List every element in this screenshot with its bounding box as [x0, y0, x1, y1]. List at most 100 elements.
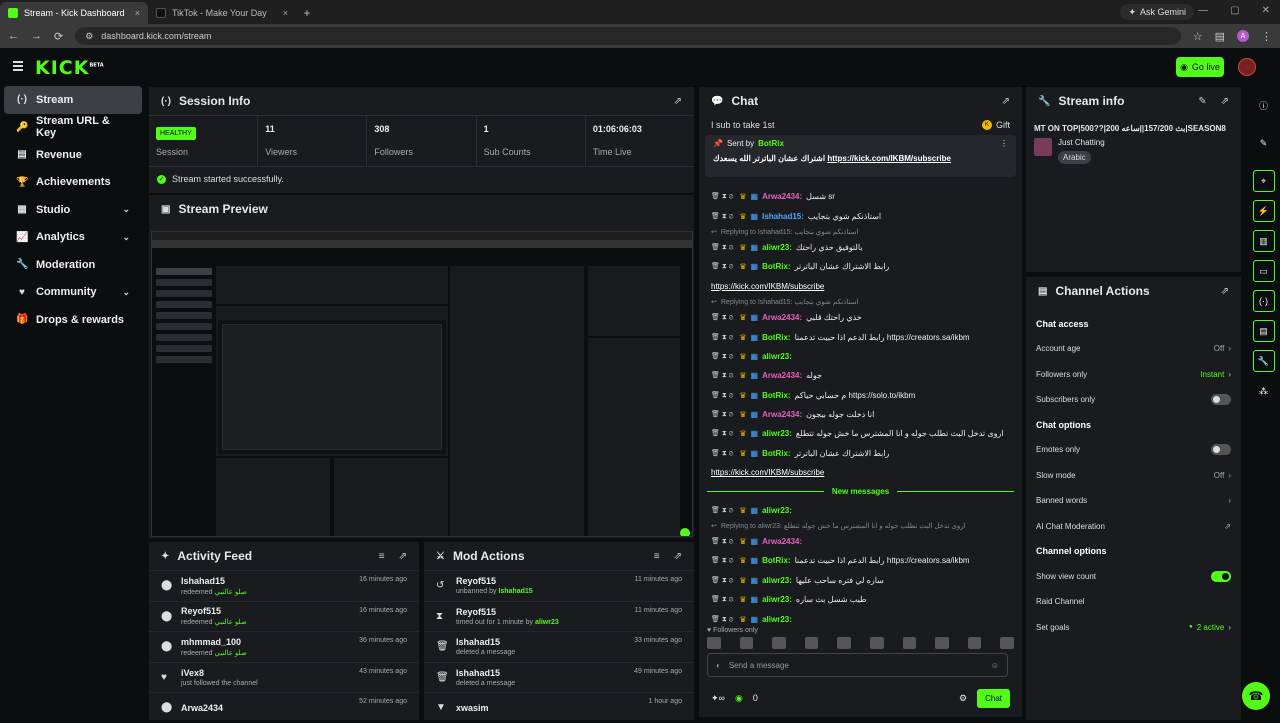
stream-preview-video[interactable]	[151, 231, 693, 537]
emote-icon[interactable]	[1000, 637, 1014, 649]
chat-username[interactable]: aliwr23:	[762, 506, 792, 515]
user-avatar[interactable]	[1238, 58, 1256, 76]
sidebar-item-analytics[interactable]: 📈 Analytics ⌄	[4, 224, 142, 252]
chat-username[interactable]: aliwr23:	[762, 576, 792, 585]
mod-tools-icon[interactable]: 🗑⧗⊘	[711, 449, 735, 458]
chat-username[interactable]: Arwa2434:	[762, 313, 802, 322]
sidebar-item-community[interactable]: ♥ Community ⌄	[4, 279, 142, 307]
menu-icon[interactable]	[13, 61, 23, 71]
support-chat-icon[interactable]: ☎	[1242, 682, 1270, 710]
popout-icon[interactable]: ⇗	[1002, 96, 1010, 107]
pinned-user[interactable]: BotRix	[758, 139, 784, 148]
emote-icon[interactable]	[804, 637, 819, 649]
popout-icon[interactable]: ⇗	[674, 96, 682, 107]
back-icon[interactable]: ←	[8, 30, 19, 42]
close-tab-icon[interactable]: ×	[283, 8, 288, 18]
layout-icon[interactable]: ▤	[1252, 320, 1275, 342]
chat-username[interactable]: BotRix:	[762, 262, 790, 271]
chat-message[interactable]: 🗑⧗⊘ ♛ ▦ aliwr23:	[699, 500, 1022, 519]
browser-tab-kick[interactable]: Stream - Kick Dashboard ×	[0, 2, 148, 24]
mod-tools-icon[interactable]: 🗑⧗⊘	[711, 262, 735, 271]
row-raid-channel[interactable]: Raid Channel	[1026, 589, 1241, 614]
emote-icon[interactable]	[739, 637, 754, 649]
emote-icon[interactable]	[869, 637, 884, 649]
chat-message[interactable]: 🗑⧗⊘ ♛ ▦ BotRix: م حسابي حياكم https://solo.t…	[699, 386, 1022, 405]
mod-tools-icon[interactable]: 🗑⧗⊘	[711, 243, 735, 252]
chat-icon[interactable]: ▭	[1252, 260, 1275, 282]
info-icon[interactable]: ⓘ	[1253, 94, 1275, 116]
tab-search-icon[interactable]: ▤	[1215, 30, 1225, 43]
chat-message[interactable]: 🗑⧗⊘ ♛ ▦ BotRix: رابط الاشتراك عشان الباترتر	[699, 444, 1022, 463]
chat-message[interactable]: 🗑⧗⊘ ♛ ▦ Arwa2434:	[699, 532, 1022, 551]
maximize-icon[interactable]: ▢	[1230, 5, 1239, 16]
chat-message[interactable]: 🗑⧗⊘ ♛ ▦ Ishahad15: استاذنكم شوي بتجايب	[699, 206, 1022, 225]
bookmark-star-icon[interactable]: ☆	[1193, 30, 1203, 43]
chat-username[interactable]: aliwr23:	[762, 429, 792, 438]
new-tab-button[interactable]: +	[296, 6, 318, 24]
show-view-count-toggle[interactable]	[1211, 570, 1231, 582]
row-account-age[interactable]: Account age Off ›	[1026, 336, 1241, 361]
chat-message[interactable]: 🗑⧗⊘ ♛ ▦ Arwa2434: انا دخلت جوله بيجون	[699, 405, 1022, 424]
sidebar-item-moderation[interactable]: 🔧 Moderation	[4, 251, 142, 279]
chat-username[interactable]: aliwr23:	[762, 615, 792, 624]
emote-icon[interactable]	[772, 637, 786, 649]
minimize-icon[interactable]: —	[1198, 5, 1208, 16]
emote-icon[interactable]	[935, 637, 949, 649]
sidebar-item-drops-rewards[interactable]: 🎁 Drops & rewards	[4, 306, 142, 334]
send-chat-button[interactable]: Chat	[977, 688, 1010, 708]
edit-icon[interactable]: ✎	[1198, 96, 1206, 107]
browser-tab-tiktok[interactable]: TikTok - Make Your Day ×	[148, 2, 296, 24]
mod-tools-icon[interactable]: 🗑⧗⊘	[711, 615, 735, 624]
chat-username[interactable]: aliwr23:	[762, 243, 792, 252]
emote-icon[interactable]	[707, 637, 721, 649]
chat-username[interactable]: aliwr23:	[762, 595, 792, 604]
subscribers-only-toggle[interactable]	[1211, 393, 1231, 405]
chat-username[interactable]: BotRix:	[762, 333, 790, 342]
emotes-only-toggle[interactable]	[1211, 444, 1231, 456]
chat-username[interactable]: BotRix:	[762, 449, 790, 458]
reload-icon[interactable]: ⟳	[54, 30, 63, 43]
edit-icon[interactable]: ✎	[1253, 132, 1275, 154]
url-field[interactable]: ⚙ dashboard.kick.com/stream	[75, 27, 1181, 45]
chat-message[interactable]: 🗑⧗⊘ ♛ ▦ BotRix: رابط الدعم اذا حبيت تدعمنا h…	[699, 551, 1022, 570]
chat-username[interactable]: aliwr23:	[762, 352, 792, 361]
mod-tools-icon[interactable]: 🗑⧗⊘	[711, 333, 735, 342]
gift-button[interactable]: K Gift	[981, 120, 1010, 130]
chat-message[interactable]: 🗑⧗⊘ ♛ ▦ aliwr23:	[699, 609, 1022, 628]
chat-input[interactable]: ◐ Send a message ☺	[707, 653, 1008, 677]
site-info-icon[interactable]: ⚙	[85, 31, 93, 42]
chat-username[interactable]: BotRix:	[762, 556, 790, 565]
pin-icon[interactable]: ⋮	[1000, 139, 1008, 148]
chat-message[interactable]: 🗑⧗⊘ ♛ ▦ aliwr23: بالتوفيق حذي راحتك	[699, 238, 1022, 257]
emote-icon[interactable]	[837, 637, 851, 649]
document-icon[interactable]: ▥	[1252, 230, 1275, 252]
wrench-icon[interactable]: 🔧	[1252, 350, 1275, 372]
emote-icon[interactable]	[967, 637, 982, 649]
sidebar-item-achievements[interactable]: 🏆 Achievements	[4, 169, 142, 197]
popout-icon[interactable]: ⇗	[1221, 96, 1229, 107]
popout-icon[interactable]: ⇗	[399, 551, 407, 562]
mod-tools-icon[interactable]: 🗑⧗⊘	[711, 410, 735, 419]
mod-tools-icon[interactable]: 🗑⧗⊘	[711, 212, 735, 221]
emote-icon[interactable]	[902, 637, 917, 649]
chat-message-continuation[interactable]: https://kick.com/IKBM/subscribe	[699, 277, 1022, 296]
camera-icon[interactable]: ⌖	[1252, 170, 1275, 192]
sidebar-item-studio[interactable]: ▦ Studio ⌄	[4, 196, 142, 224]
chat-username[interactable]: Arwa2434:	[762, 371, 802, 380]
mod-tools-icon[interactable]: 🗑⧗⊘	[711, 576, 735, 585]
row-set-goals[interactable]: Set goals ● 2 active ›	[1026, 615, 1241, 640]
chat-message-continuation[interactable]: https://kick.com/IKBM/subscribe	[699, 463, 1022, 482]
chat-message[interactable]: 🗑⧗⊘ ♛ ▦ aliwr23: ساره لي فتره ساحب عليها	[699, 571, 1022, 590]
settings-icon[interactable]: ⚙	[959, 693, 967, 704]
chat-username[interactable]: Arwa2434:	[762, 410, 802, 419]
points-icon[interactable]: ✦∞	[711, 693, 725, 704]
row-followers-only[interactable]: Followers only Instant ›	[1026, 361, 1241, 386]
mod-tools-icon[interactable]: 🗑⧗⊘	[711, 313, 735, 322]
broadcast-icon[interactable]: (·)	[1252, 290, 1275, 312]
chat-message[interactable]: 🗑⧗⊘ ♛ ▦ BotRix: رابط الدعم اذا حبيت تدعمنا h…	[699, 327, 1022, 346]
row-ai-chat-moderation[interactable]: AI Chat Moderation ⇗	[1026, 513, 1241, 538]
lightning-icon[interactable]: ⚡	[1252, 200, 1275, 222]
sidebar-item-stream-url-key[interactable]: 🔑 Stream URL & Key	[4, 114, 142, 142]
chat-message[interactable]: 🗑⧗⊘ ♛ ▦ aliwr23: اروى تدخل البث تطلب جوله و …	[699, 424, 1022, 443]
mod-tools-icon[interactable]: 🗑⧗⊘	[711, 556, 735, 565]
